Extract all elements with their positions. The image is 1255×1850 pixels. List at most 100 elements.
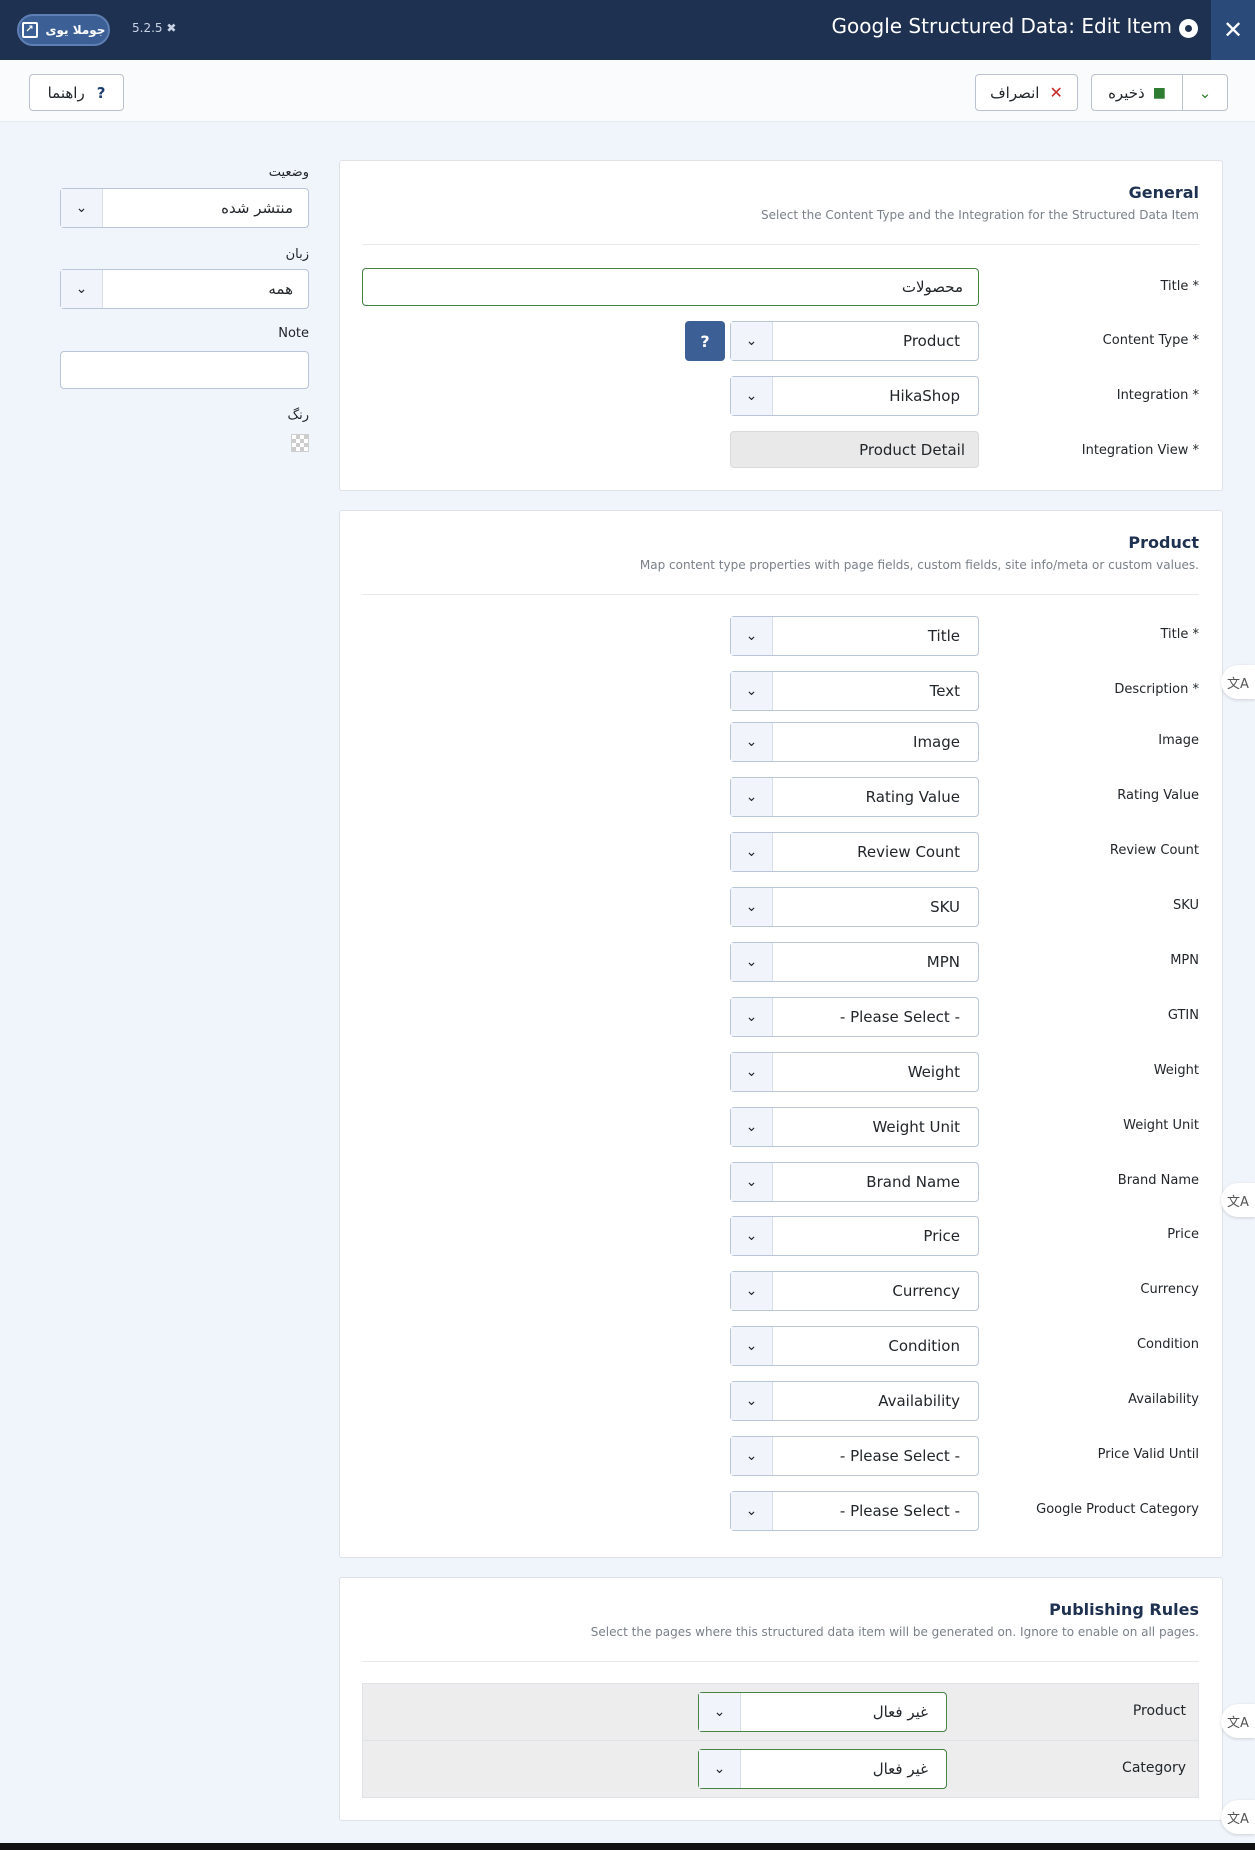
rules-row-product: Product ⌄ غیر فعال — [363, 1684, 1198, 1741]
view-site-button[interactable]: ↗ جوملا یوی — [17, 14, 110, 46]
product-field-label: SKU — [1173, 898, 1199, 913]
content-type-help-button[interactable]: ? — [685, 321, 725, 361]
product-field-select[interactable]: ⌄ - Please Select - — [730, 997, 979, 1037]
product-field-row: Price Valid Until ⌄ - Please Select - — [340, 1436, 1222, 1476]
chevron-down-icon: ⌄ — [731, 1327, 773, 1365]
product-field-select[interactable]: ⌄ Condition — [730, 1326, 979, 1366]
version-number: 5.2.5 — [132, 21, 163, 35]
status-select[interactable]: ⌄ منتشر شده — [60, 188, 309, 228]
translate-icon[interactable]: 文A — [1221, 1704, 1255, 1738]
chevron-down-icon: ⌄ — [731, 778, 773, 816]
general-card: General Select the Content Type and the … — [339, 160, 1223, 491]
cancel-button[interactable]: ✕ انصراف — [975, 74, 1078, 111]
product-field-row: Title * ⌄ Title — [340, 616, 1222, 656]
product-field-select[interactable]: ⌄ Availability — [730, 1381, 979, 1421]
product-field-row: Price ⌄ Price — [340, 1216, 1222, 1256]
product-field-label: Review Count — [1109, 843, 1199, 858]
page-title: Google Structured Data: Edit Item — [831, 14, 1172, 38]
language-select[interactable]: ⌄ همه — [60, 269, 309, 309]
note-input[interactable] — [60, 351, 309, 389]
chevron-down-icon: ⌄ — [699, 1750, 741, 1788]
integration-view-field: Product Detail — [730, 431, 979, 468]
save-dropdown-toggle[interactable]: ⌄ — [1182, 75, 1227, 110]
product-field-label: Price — [1167, 1227, 1199, 1242]
product-field-select[interactable]: ⌄ Image — [730, 722, 979, 762]
content-type-select[interactable]: ⌄ Product — [730, 321, 979, 361]
chevron-down-icon: ⌄ — [699, 1693, 741, 1731]
product-field-row: Review Count ⌄ Review Count — [340, 832, 1222, 872]
color-picker[interactable] — [291, 434, 309, 452]
integration-view-row: Integration View * Product Detail — [340, 431, 1222, 471]
translate-icon[interactable]: 文A — [1221, 1183, 1255, 1217]
integration-select[interactable]: ⌄ HikaShop — [730, 376, 979, 416]
product-field-select[interactable]: ⌄ - Please Select - — [730, 1491, 979, 1531]
rules-table: Product ⌄ غیر فعال Category ⌄ غیر فعال — [362, 1683, 1199, 1798]
product-field-value: - Please Select - — [839, 1008, 960, 1026]
product-field-select[interactable]: ⌄ Currency — [730, 1271, 979, 1311]
close-icon: ✕ — [1049, 83, 1063, 102]
chevron-down-icon: ⌄ — [731, 1217, 773, 1255]
bottom-bar — [0, 1843, 1255, 1850]
rules-product-select[interactable]: ⌄ غیر فعال — [698, 1692, 947, 1732]
general-heading: General — [1128, 183, 1199, 202]
product-field-select[interactable]: ⌄ - Please Select - — [730, 1436, 979, 1476]
chevron-down-icon: ⌄ — [731, 888, 773, 926]
product-field-row: SKU ⌄ SKU — [340, 887, 1222, 927]
content-type-label: Content Type * — [1102, 333, 1199, 348]
toolbar: ■ ذخیره ⌄ ✕ انصراف ? راهنما — [0, 60, 1255, 122]
rules-description: Select the pages where this structured d… — [590, 1625, 1199, 1639]
chevron-down-icon: ⌄ — [731, 617, 773, 655]
product-description: Map content type properties with page fi… — [639, 558, 1199, 572]
joomla-logo-icon[interactable]: ✕ — [1211, 0, 1255, 60]
product-field-select[interactable]: ⌄ Price — [730, 1216, 979, 1256]
joomla-small-icon: ✖ — [166, 21, 177, 35]
status-value: منتشر شده — [221, 199, 293, 217]
product-field-value: SKU — [930, 898, 960, 916]
product-field-row: Rating Value ⌄ Rating Value — [340, 777, 1222, 817]
product-field-select[interactable]: ⌄ Weight Unit — [730, 1107, 979, 1147]
product-field-select[interactable]: ⌄ Review Count — [730, 832, 979, 872]
translate-icon[interactable]: 文A — [1221, 665, 1255, 699]
rules-row-label: Category — [1122, 1760, 1186, 1776]
product-field-label: Title * — [1160, 627, 1200, 642]
status-label: وضعیت — [268, 165, 309, 180]
product-field-select[interactable]: ⌄ Weight — [730, 1052, 979, 1092]
help-button[interactable]: ? راهنما — [29, 74, 124, 111]
rules-category-select[interactable]: ⌄ غیر فعال — [698, 1749, 947, 1789]
view-site-label: جوملا یوی — [45, 23, 106, 37]
product-field-value: Weight — [907, 1063, 960, 1081]
divider — [362, 594, 1199, 595]
product-field-row: MPN ⌄ MPN — [340, 942, 1222, 982]
product-field-select[interactable]: ⌄ SKU — [730, 887, 979, 927]
cancel-label: انصراف — [990, 83, 1040, 102]
product-field-select[interactable]: ⌄ Title — [730, 616, 979, 656]
question-icon: ? — [96, 83, 106, 102]
product-field-row: Brand Name ⌄ Brand Name — [340, 1162, 1222, 1202]
rules-product-value: غیر فعال — [872, 1703, 928, 1721]
item-status-icon — [1179, 19, 1198, 38]
product-field-select[interactable]: ⌄ MPN — [730, 942, 979, 982]
chevron-down-icon: ⌄ — [731, 1492, 773, 1530]
integration-label: Integration * — [1116, 388, 1199, 403]
product-card: Product Map content type properties with… — [339, 510, 1223, 1558]
save-button[interactable]: ■ ذخیره — [1092, 75, 1182, 110]
product-field-row: Google Product Category ⌄ - Please Select … — [340, 1491, 1222, 1531]
chevron-down-icon: ⌄ — [731, 1272, 773, 1310]
content-type-value: Product — [903, 332, 960, 350]
product-field-label: Availability — [1128, 1392, 1199, 1407]
divider — [362, 244, 1199, 245]
help-label: راهنما — [47, 83, 85, 102]
chevron-down-icon: ⌄ — [731, 1053, 773, 1091]
rules-row-category: Category ⌄ غیر فعال — [363, 1741, 1198, 1797]
chevron-down-icon: ⌄ — [731, 1382, 773, 1420]
divider — [362, 1661, 1199, 1662]
product-field-label: Currency — [1140, 1282, 1199, 1297]
chevron-down-icon: ⌄ — [61, 189, 103, 227]
save-button-group[interactable]: ■ ذخیره ⌄ — [1091, 74, 1228, 111]
product-field-select[interactable]: ⌄ Brand Name — [730, 1162, 979, 1202]
product-field-label: GTIN — [1167, 1008, 1199, 1023]
translate-icon[interactable]: 文A — [1221, 1800, 1255, 1834]
title-input[interactable]: محصولات — [362, 268, 979, 306]
product-field-select[interactable]: ⌄ Text — [730, 671, 979, 711]
product-field-select[interactable]: ⌄ Rating Value — [730, 777, 979, 817]
